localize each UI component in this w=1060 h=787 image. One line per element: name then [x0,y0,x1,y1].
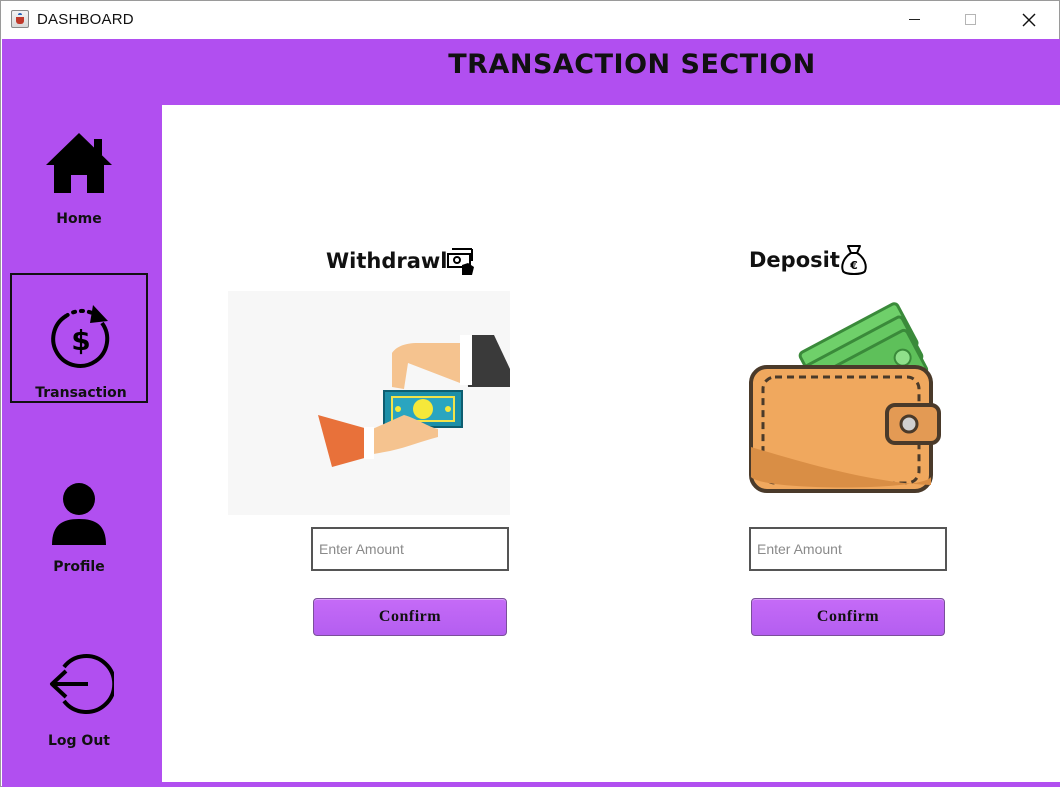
withdraw-confirm-button[interactable]: Confirm [313,598,507,636]
minimize-button[interactable] [891,1,937,38]
home-icon [46,133,112,193]
sidebar-item-label: Profile [53,559,105,575]
sidebar-item-label: Log Out [48,733,110,749]
maximize-icon [964,14,976,25]
sidebar-item-home[interactable]: Home [10,121,148,251]
logout-icon [50,654,114,714]
page-title: TRANSACTION SECTION [448,49,816,80]
svg-text:$: $ [71,324,90,357]
java-app-icon [11,10,29,28]
user-icon [52,483,106,545]
withdraw-heading: Withdrawl [326,249,448,273]
title-bar[interactable]: DASHBOARD [1,1,1059,38]
hands-exchanging-money-illustration [228,291,510,515]
wallet-with-cash-illustration [749,302,941,493]
app-window: DASHBOARD TRANSACTION SECTION Home $ Tra… [0,0,1060,787]
window-title: DASHBOARD [37,11,134,28]
sidebar-item-label: Home [56,211,102,227]
deposit-amount-input[interactable] [749,527,947,571]
cash-hand-icon [447,248,474,275]
sidebar-item-logout[interactable]: Log Out [10,645,148,775]
svg-text:€: € [849,259,858,272]
deposit-heading: Deposit [749,248,840,272]
transaction-panel: Withdrawl Enter Amount Confirm Deposit €… [162,105,1060,782]
minimize-icon [908,19,920,20]
maximize-button[interactable] [947,1,993,38]
dollar-cycle-icon: $ [51,305,110,368]
sidebar-item-label: Transaction [35,385,127,401]
deposit-confirm-button[interactable]: Confirm [751,598,945,636]
money-bag-euro-icon: € [841,245,867,275]
close-button[interactable] [1006,1,1052,38]
sidebar-item-profile[interactable]: Profile [10,471,148,601]
close-icon [1022,13,1036,26]
sidebar-item-transaction[interactable]: $ Transaction [10,273,148,403]
withdraw-amount-input[interactable] [311,527,509,571]
dashboard-frame: TRANSACTION SECTION Home $ Transaction P… [2,39,1060,787]
